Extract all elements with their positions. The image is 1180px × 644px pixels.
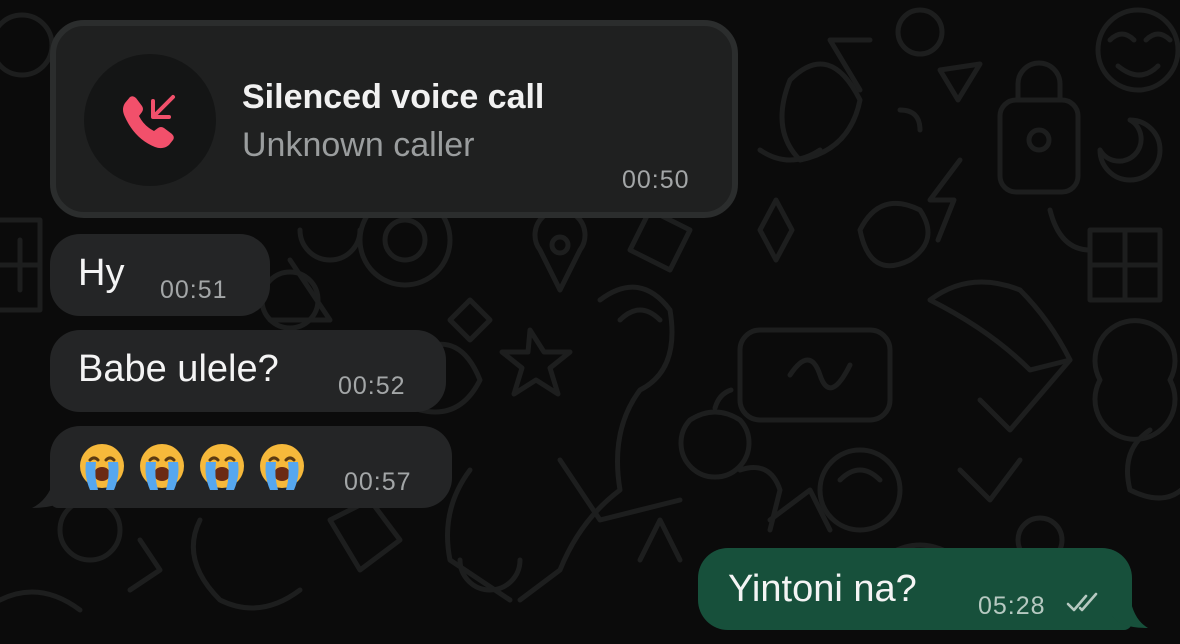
- missed-call-icon: [123, 95, 175, 149]
- call-icon-container: [84, 54, 216, 186]
- message-timestamp: 00:52: [338, 372, 406, 400]
- message-bubble-incoming[interactable]: Hy 00:51: [50, 234, 270, 316]
- loudly-crying-face-emoji-icon: [80, 444, 124, 490]
- read-double-check-icon: [1066, 592, 1098, 612]
- message-bubble-incoming[interactable]: 00:57: [50, 426, 452, 508]
- message-timestamp: 05:28: [978, 592, 1046, 620]
- call-timestamp: 00:50: [622, 166, 690, 194]
- message-timestamp: 00:57: [344, 468, 412, 496]
- silenced-call-card[interactable]: Silenced voice call Unknown caller 00:50: [50, 20, 738, 218]
- message-bubble-incoming[interactable]: Babe ulele? 00:52: [50, 330, 446, 412]
- loudly-crying-face-emoji-icon: [140, 444, 184, 490]
- call-title: Silenced voice call: [242, 78, 545, 116]
- bubble-tail: [1112, 598, 1148, 628]
- chat-view: Silenced voice call Unknown caller 00:50…: [0, 0, 1180, 644]
- message-text: Hy: [78, 252, 125, 294]
- message-timestamp: 00:51: [160, 276, 228, 304]
- message-text: Yintoni na?: [728, 568, 917, 610]
- emoji-row: [78, 442, 306, 492]
- message-bubble-outgoing[interactable]: Yintoni na? 05:28: [698, 548, 1132, 630]
- loudly-crying-face-emoji-icon: [260, 444, 304, 490]
- message-text: Babe ulele?: [78, 348, 279, 390]
- call-subtitle: Unknown caller: [242, 126, 475, 164]
- loudly-crying-face-emoji-icon: [200, 444, 244, 490]
